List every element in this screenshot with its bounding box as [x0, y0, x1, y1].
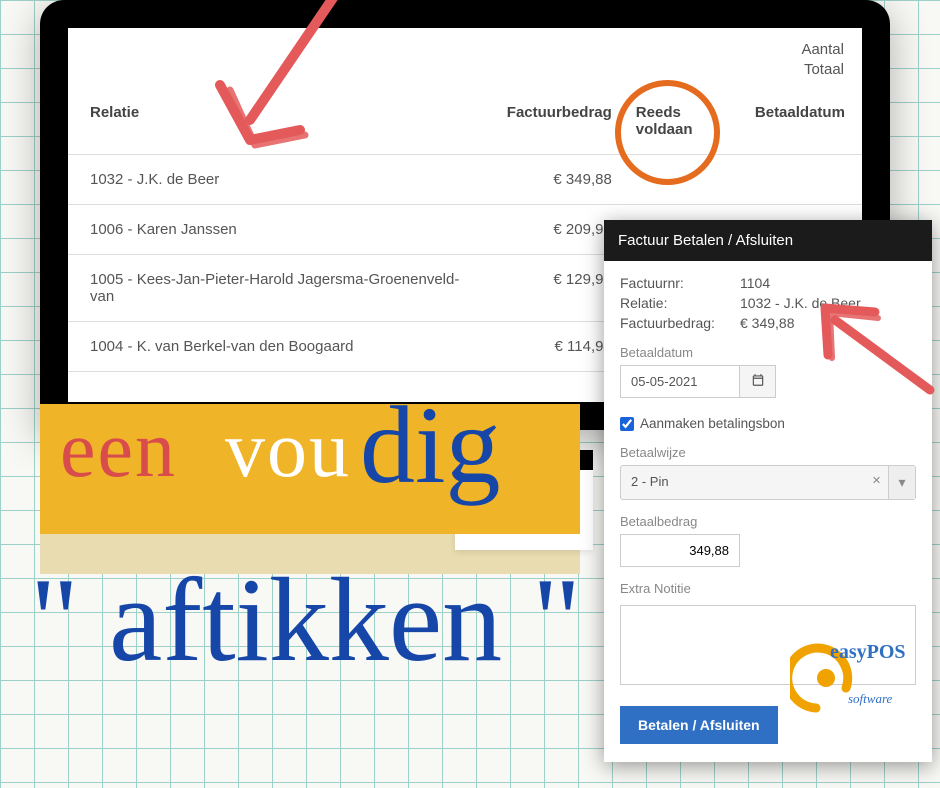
clear-select-icon[interactable]: ✕: [865, 466, 889, 499]
chevron-down-icon[interactable]: ▾: [889, 466, 915, 499]
logo-sub-text: software: [848, 691, 893, 706]
col-header-betaaldatum: Betaaldatum: [743, 88, 862, 155]
label-factuurbedrag: Factuurbedrag:: [620, 315, 740, 331]
cell-bedrag: € 209,93: [481, 205, 624, 255]
table-row[interactable]: 1032 - J.K. de Beer € 349,88: [68, 155, 862, 205]
col-header-factuurbedrag: Factuurbedrag: [481, 88, 624, 155]
calendar-icon: [751, 373, 765, 390]
cell-bedrag: € 114,94: [481, 322, 624, 372]
cell-relatie: 1004 - K. van Berkel-van den Boogaard: [68, 322, 481, 372]
value-factuurnr: 1104: [740, 275, 770, 291]
label-betaaldatum: Betaaldatum: [620, 345, 916, 360]
summary-aantal: Aantal: [801, 40, 844, 60]
decor-yellow-band: [40, 404, 580, 534]
dialog-title: Factuur Betalen / Afsluiten: [604, 220, 932, 261]
cell-relatie: 1006 - Karen Janssen: [68, 205, 481, 255]
cell-relatie: 1005 - Kees-Jan-Pieter-Harold Jagersma-G…: [68, 255, 481, 322]
logo-brand-text: easyPOS: [830, 641, 906, 663]
summary-totaal: Totaal: [801, 60, 844, 80]
betalen-afsluiten-button[interactable]: Betalen / Afsluiten: [620, 706, 778, 744]
label-betaalwijze: Betaalwijze: [620, 445, 916, 460]
calendar-button[interactable]: [740, 365, 776, 398]
label-notitie: Extra Notitie: [620, 581, 916, 596]
betaalbedrag-input[interactable]: [620, 534, 740, 567]
aanmaken-label: Aanmaken betalingsbon: [640, 416, 785, 431]
col-header-reeds: Reeds voldaan: [624, 88, 743, 155]
betaaldatum-input[interactable]: [620, 365, 740, 398]
summary-block: Aantal Totaal: [801, 40, 844, 81]
col-header-relatie: Relatie: [68, 88, 481, 155]
label-factuurnr: Factuurnr:: [620, 275, 740, 291]
value-factuurbedrag: € 349,88: [740, 315, 795, 331]
easypos-logo: easyPOS software: [790, 623, 908, 718]
cell-bedrag: € 349,88: [481, 155, 624, 205]
label-betaalbedrag: Betaalbedrag: [620, 514, 916, 529]
label-relatie: Relatie:: [620, 295, 740, 311]
betaalwijze-value: 2 - Pin: [621, 466, 865, 499]
aanmaken-checkbox[interactable]: [620, 417, 634, 431]
cell-bedrag: € 129,99: [481, 255, 624, 322]
cell-relatie: 1032 - J.K. de Beer: [68, 155, 481, 205]
value-relatie: 1032 - J.K. de Beer: [740, 295, 861, 311]
betaalwijze-select[interactable]: 2 - Pin ✕ ▾: [620, 465, 916, 500]
